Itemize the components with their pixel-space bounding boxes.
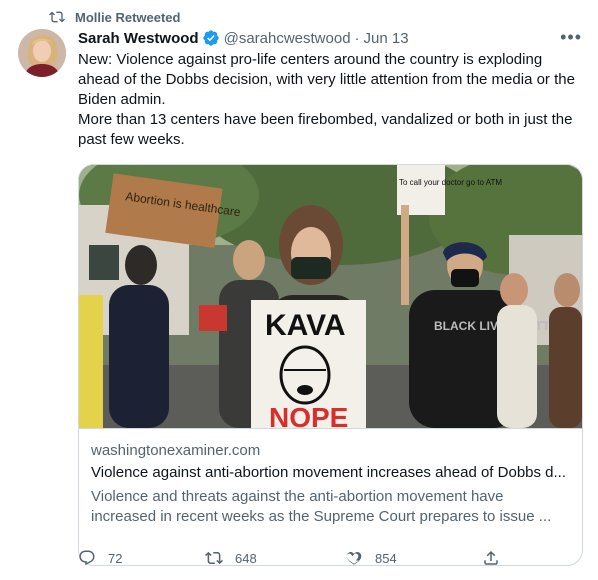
card-description: Violence and threats against the anti-ab… bbox=[91, 488, 552, 525]
separator-dot: · bbox=[354, 29, 360, 47]
reply-button[interactable]: 72 bbox=[78, 549, 122, 567]
right-sign-text: To call your doctor go to ATM bbox=[399, 178, 502, 187]
link-card[interactable]: Abortion is healthcare KAVA NOPE To call… bbox=[78, 164, 583, 566]
retweet-action-icon bbox=[205, 551, 223, 565]
tweet-content: Sarah Westwood @sarahcwestwood · Jun 13 … bbox=[78, 28, 586, 566]
card-meta: washingtonexaminer.com Violence against … bbox=[79, 428, 582, 527]
author-handle[interactable]: @sarahcwestwood bbox=[224, 30, 351, 47]
tweet-date[interactable]: Jun 13 bbox=[364, 30, 409, 47]
reply-icon bbox=[79, 550, 95, 566]
tweet-header: Sarah Westwood @sarahcwestwood · Jun 13 … bbox=[78, 28, 586, 48]
avatar[interactable] bbox=[18, 29, 66, 77]
center-sign-bottom-text: NOPE bbox=[269, 402, 348, 428]
retweet-count: 648 bbox=[235, 550, 257, 566]
card-image[interactable]: Abortion is healthcare KAVA NOPE To call… bbox=[79, 165, 582, 428]
share-icon bbox=[484, 550, 498, 565]
retweet-indicator: Mollie Retweeted bbox=[49, 8, 180, 26]
tweet-paragraph-2: More than 13 centers have been firebombe… bbox=[78, 111, 573, 148]
heart-icon bbox=[346, 551, 362, 565]
retweet-icon bbox=[49, 11, 65, 23]
verified-badge-icon bbox=[202, 30, 219, 46]
author-name[interactable]: Sarah Westwood bbox=[78, 30, 199, 47]
reply-count: 72 bbox=[108, 550, 123, 566]
like-count: 854 bbox=[375, 550, 397, 566]
tweet-paragraph-1: New: Violence against pro-life centers a… bbox=[78, 51, 575, 108]
retweet-button[interactable]: 648 bbox=[205, 549, 257, 567]
center-sign-top-text: KAVA bbox=[265, 309, 346, 342]
retweeted-by-label[interactable]: Mollie Retweeted bbox=[75, 10, 180, 25]
tweet-text: New: Violence against pro-life centers a… bbox=[78, 50, 578, 150]
more-options-icon[interactable]: ••• bbox=[560, 28, 582, 46]
card-domain: washingtonexaminer.com bbox=[91, 442, 261, 459]
share-button[interactable] bbox=[482, 549, 500, 567]
tweet-actions: 72 648 854 bbox=[78, 549, 508, 571]
card-title[interactable]: Violence against anti-abortion movement … bbox=[91, 462, 570, 484]
like-button[interactable]: 854 bbox=[345, 549, 397, 567]
